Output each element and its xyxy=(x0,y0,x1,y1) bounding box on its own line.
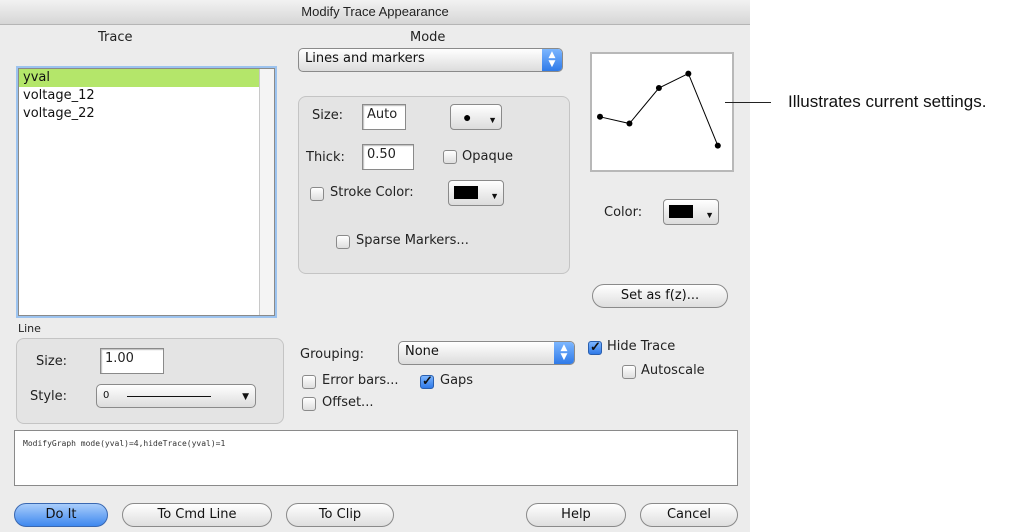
trace-item-voltage-22[interactable]: voltage_22 xyxy=(19,105,274,123)
mode-popup-value: Lines and markers xyxy=(305,51,425,66)
callout-text: Illustrates current settings. xyxy=(788,92,987,111)
command-line-box[interactable]: ModifyGraph mode(yval)=4,hideTrace(yval)… xyxy=(14,430,738,486)
mode-popup[interactable]: Lines and markers ▲ ▼ xyxy=(298,48,563,72)
line-style-popup[interactable]: 0 ▼ xyxy=(96,384,256,408)
trace-item-voltage-12[interactable]: voltage_12 xyxy=(19,87,274,105)
trace-color-block xyxy=(669,205,693,218)
callout-line xyxy=(725,102,771,103)
to-cmd-line-button[interactable]: To Cmd Line xyxy=(122,503,272,527)
trace-list[interactable]: yval voltage_12 voltage_22 xyxy=(18,68,275,316)
preview-graph xyxy=(597,70,721,149)
chevron-down-icon: ▼ xyxy=(488,115,497,125)
do-it-button[interactable]: Do It xyxy=(14,503,108,527)
preview-marker-0 xyxy=(597,113,603,120)
marker-style-popup[interactable]: ● ▼ xyxy=(450,104,502,130)
offset-label: Offset... xyxy=(322,395,374,410)
error-bars-checkbox[interactable] xyxy=(302,375,316,389)
preview-marker-3 xyxy=(685,70,692,77)
color-label: Color: xyxy=(604,205,643,220)
preview-marker-2 xyxy=(655,85,662,91)
line-size-label: Size: xyxy=(36,354,68,369)
popup-arrows-icon: ▲ ▼ xyxy=(554,342,574,364)
trace-item-yval[interactable]: yval xyxy=(19,69,274,87)
sparse-markers-checkbox[interactable] xyxy=(336,235,350,249)
grouping-popup[interactable]: None ▲ ▼ xyxy=(398,341,575,365)
gaps-checkbox[interactable] xyxy=(420,373,434,389)
sparse-markers-label: Sparse Markers... xyxy=(356,233,469,248)
marker-size-label: Size: xyxy=(312,108,344,123)
trace-header: Trace xyxy=(98,30,133,45)
opaque-label: Opaque xyxy=(462,149,513,164)
mode-header: Mode xyxy=(410,30,446,45)
thick-field[interactable]: 0.50 xyxy=(362,144,414,170)
line-header: Line xyxy=(18,322,41,335)
stroke-color-swatch[interactable]: ▼ xyxy=(448,180,504,206)
hide-trace-label: Hide Trace xyxy=(607,339,676,354)
thick-label: Thick: xyxy=(306,150,345,165)
dialog-title: Modify Trace Appearance xyxy=(301,4,449,19)
stroke-color-block xyxy=(454,186,478,199)
preview-trace-line xyxy=(599,72,719,146)
to-clip-button[interactable]: To Clip xyxy=(286,503,394,527)
opaque-checkbox[interactable] xyxy=(443,150,457,164)
chevron-down-icon: ▼ xyxy=(490,191,499,201)
title-bar[interactable]: Modify Trace Appearance xyxy=(0,0,750,25)
filled-circle-marker-icon: ● xyxy=(463,109,472,125)
error-bars-label: Error bars... xyxy=(322,373,399,388)
grouping-popup-value: None xyxy=(405,344,439,359)
offset-checkbox[interactable] xyxy=(302,397,316,411)
line-size-field[interactable]: 1.00 xyxy=(100,348,164,374)
autoscale-checkbox[interactable] xyxy=(622,365,636,379)
gaps-label: Gaps xyxy=(440,373,474,388)
hide-trace-checkbox[interactable] xyxy=(588,339,602,355)
grouping-label: Grouping: xyxy=(300,347,365,362)
chevron-down-icon: ▼ xyxy=(242,392,249,402)
autoscale-label: Autoscale xyxy=(641,363,705,378)
trace-color-swatch[interactable]: ▼ xyxy=(663,199,719,225)
stroke-color-checkbox[interactable] xyxy=(310,187,324,201)
set-as-fz-button[interactable]: Set as f(z)... xyxy=(592,284,728,308)
chevron-down-icon: ▼ xyxy=(705,210,714,220)
cancel-button[interactable]: Cancel xyxy=(640,503,738,527)
dialog-window: Modify Trace Appearance Trace yval volta… xyxy=(0,0,750,532)
line-style-sample xyxy=(127,396,211,397)
line-style-label: Style: xyxy=(30,389,68,404)
help-button[interactable]: Help xyxy=(526,503,626,527)
stroke-color-label: Stroke Color: xyxy=(330,185,414,200)
preview-marker-1 xyxy=(626,120,633,127)
preview-panel xyxy=(590,52,734,172)
popup-arrows-icon: ▲ ▼ xyxy=(542,49,562,71)
trace-list-scrollbar[interactable] xyxy=(259,69,274,315)
line-style-value: 0 xyxy=(103,390,110,401)
marker-size-field[interactable]: Auto xyxy=(362,104,406,130)
preview-marker-4 xyxy=(714,142,721,149)
